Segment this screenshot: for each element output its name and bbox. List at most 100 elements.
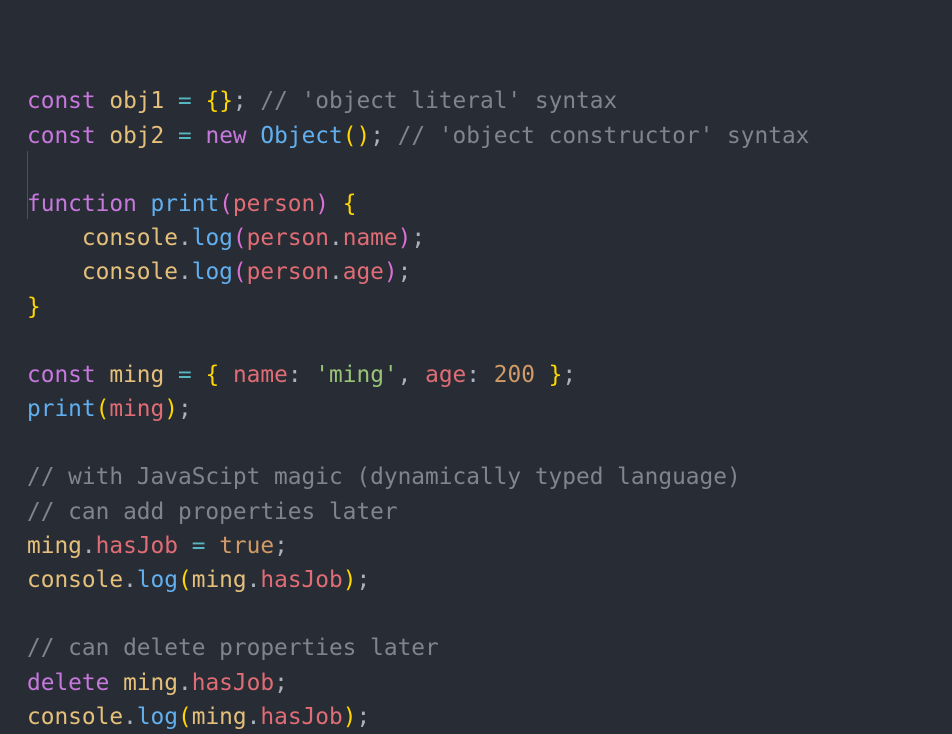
code-token-bracket: ( bbox=[95, 396, 110, 423]
code-token-function: Object bbox=[260, 122, 343, 149]
code-token-punctuation: . bbox=[246, 703, 261, 730]
code-token-variable: ming bbox=[27, 532, 82, 559]
code-line[interactable]: // can add properties later bbox=[27, 495, 952, 529]
code-token-property: ming bbox=[109, 396, 165, 423]
code-token-operator: = bbox=[178, 122, 192, 149]
code-token-comment: // 'object constructor' syntax bbox=[383, 122, 810, 149]
code-token-bracket: } bbox=[27, 293, 41, 320]
code-token-punctuation bbox=[96, 362, 110, 388]
code-token-bracket: { bbox=[205, 361, 220, 388]
code-editor[interactable]: const obj1 = {}; // 'object literal' syn… bbox=[0, 0, 952, 730]
code-token-punctuation bbox=[192, 123, 206, 149]
code-token-punctuation: . bbox=[81, 532, 96, 559]
code-line[interactable]: console.log(ming.hasJob); bbox=[27, 563, 952, 597]
code-token-keyword: const bbox=[27, 88, 96, 115]
code-token-variable: console bbox=[81, 225, 178, 252]
code-token-punctuation: ; bbox=[356, 703, 371, 730]
code-line[interactable]: console.log(person.age); bbox=[27, 255, 952, 289]
code-line[interactable]: const ming = { name: 'ming', age: 200 }; bbox=[27, 358, 952, 392]
code-token-punctuation: : bbox=[287, 361, 316, 388]
code-token-number: 200 bbox=[493, 361, 535, 388]
code-token-operator: = bbox=[191, 532, 206, 559]
code-token-paren_outer: ( bbox=[219, 190, 233, 217]
code-line[interactable]: delete ming.hasJob; bbox=[27, 666, 952, 700]
code-token-bracket: ) bbox=[164, 396, 178, 423]
code-line[interactable]: function print(person) { bbox=[27, 187, 952, 221]
code-token-punctuation: ; bbox=[397, 259, 412, 286]
code-line[interactable]: print(ming); bbox=[27, 392, 952, 426]
code-token-keyword: const bbox=[27, 122, 96, 149]
code-token-property: name bbox=[342, 225, 398, 252]
code-token-punctuation bbox=[205, 533, 219, 559]
code-token-function: log bbox=[136, 703, 178, 730]
code-token-function: log bbox=[136, 567, 178, 594]
code-token-function: log bbox=[191, 225, 233, 252]
code-token-property: person bbox=[246, 225, 329, 252]
code-token-variable: ming bbox=[191, 703, 247, 730]
code-token-paren_outer: ) bbox=[315, 190, 329, 217]
code-token-punctuation bbox=[164, 123, 178, 149]
code-token-punctuation bbox=[96, 123, 110, 149]
code-token-function: log bbox=[191, 259, 233, 286]
code-token-punctuation: . bbox=[329, 259, 343, 286]
code-token-property: hasJob bbox=[260, 703, 343, 730]
code-token-paren_outer: ( bbox=[232, 225, 247, 252]
code-line[interactable]: // with JavaScipt magic (dynamically typ… bbox=[27, 460, 952, 494]
code-token-punctuation: ; bbox=[232, 88, 247, 115]
code-token-property: hasJob bbox=[95, 532, 178, 559]
code-token-punctuation: : bbox=[466, 361, 494, 388]
code-token-property: person bbox=[232, 190, 316, 217]
code-token-property: hasJob bbox=[191, 669, 275, 696]
code-line[interactable]: console.log(person.name); bbox=[27, 221, 952, 255]
code-token-punctuation: ; bbox=[356, 567, 371, 594]
code-token-variable: console bbox=[27, 703, 124, 730]
code-token-punctuation bbox=[109, 670, 123, 696]
code-token-variable: ming bbox=[123, 669, 178, 696]
code-token-punctuation: ; bbox=[274, 532, 288, 559]
code-token-punctuation bbox=[27, 225, 82, 251]
code-token-comment: // can add properties later bbox=[27, 498, 398, 525]
code-token-bracket: ( bbox=[178, 567, 192, 594]
code-token-punctuation bbox=[96, 88, 110, 114]
code-token-paren_outer: ( bbox=[232, 259, 247, 286]
code-line[interactable]: ​ bbox=[27, 153, 952, 187]
code-token-keyword: delete bbox=[27, 669, 110, 696]
code-token-punctuation bbox=[164, 88, 178, 114]
code-token-comment: // with JavaScipt magic (dynamically typ… bbox=[27, 464, 741, 491]
code-token-variable: ming bbox=[109, 361, 165, 388]
code-line[interactable]: ​ bbox=[27, 324, 952, 358]
code-token-paren_outer: ) bbox=[397, 225, 412, 252]
code-token-punctuation: . bbox=[177, 259, 192, 286]
code-line[interactable]: const obj2 = new Object(); // 'object co… bbox=[27, 119, 952, 153]
code-line[interactable]: ming.hasJob = true; bbox=[27, 529, 952, 563]
code-token-punctuation bbox=[192, 362, 206, 388]
code-token-punctuation bbox=[178, 533, 192, 559]
code-token-punctuation bbox=[137, 191, 151, 217]
code-token-punctuation bbox=[535, 362, 549, 388]
code-token-punctuation: ; bbox=[370, 122, 384, 149]
code-line[interactable]: ​ bbox=[27, 426, 952, 460]
code-token-bracket: ) bbox=[342, 703, 357, 730]
code-token-property: person bbox=[246, 259, 329, 286]
code-token-punctuation bbox=[192, 88, 206, 114]
code-token-punctuation: . bbox=[329, 225, 343, 252]
code-line[interactable]: // can delete properties later bbox=[27, 631, 952, 665]
code-token-keyword: new bbox=[205, 122, 247, 149]
code-token-bracket: ) bbox=[342, 567, 357, 594]
code-token-punctuation: . bbox=[178, 669, 192, 696]
code-token-property: hasJob bbox=[260, 567, 343, 594]
code-line[interactable]: console.log(ming.hasJob); bbox=[27, 700, 952, 734]
code-token-number: true bbox=[219, 532, 275, 559]
code-token-function: print bbox=[150, 190, 220, 217]
code-line[interactable]: ​ bbox=[27, 597, 952, 631]
code-token-punctuation: ; bbox=[274, 669, 288, 696]
code-token-bracket: () bbox=[342, 122, 371, 149]
code-token-variable: ming bbox=[191, 567, 247, 594]
code-token-punctuation bbox=[329, 191, 343, 217]
code-line[interactable]: } bbox=[27, 290, 952, 324]
code-token-punctuation bbox=[164, 362, 178, 388]
code-line[interactable]: const obj1 = {}; // 'object literal' syn… bbox=[27, 84, 952, 118]
code-token-function: print bbox=[27, 396, 96, 423]
code-token-property: name bbox=[232, 361, 288, 388]
code-token-punctuation: , bbox=[397, 361, 426, 388]
